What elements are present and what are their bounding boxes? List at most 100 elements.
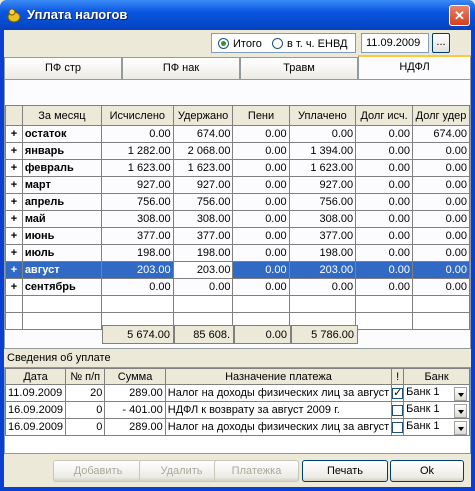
cell-penalty[interactable]: 0.00: [232, 176, 290, 194]
cell-debt-calc[interactable]: 0.00: [355, 193, 413, 211]
cell-debt-held[interactable]: 0.00: [412, 261, 470, 279]
cell-date[interactable]: 11.09.2009: [4, 384, 67, 402]
cell-withheld[interactable]: 2 068.00: [172, 142, 234, 160]
col-purpose[interactable]: Назначение платежа: [164, 368, 393, 385]
cell-calculated[interactable]: 308.00: [101, 210, 174, 228]
cell-penalty[interactable]: 0.00: [232, 261, 290, 279]
tab-ndfl[interactable]: НДФЛ: [358, 55, 471, 79]
grid-row[interactable]: + январь 1 282.00 2 068.00 0.00 1 394.00 0.00 0…: [5, 142, 470, 160]
cell-paid[interactable]: 203.00: [288, 261, 357, 279]
col-date[interactable]: Дата: [4, 368, 67, 385]
cell-debt-calc[interactable]: 0.00: [355, 261, 413, 279]
cell-calculated[interactable]: 756.00: [101, 193, 174, 211]
expand-toggle[interactable]: +: [5, 244, 23, 262]
cell-purpose[interactable]: Налог на доходы физических лиц за август: [164, 418, 393, 436]
cell-debt-calc[interactable]: 0.00: [355, 125, 413, 143]
tab-pf-nak[interactable]: ПФ нак: [122, 57, 240, 79]
cell-debt-held[interactable]: 0.00: [412, 227, 470, 245]
cell-debt-calc[interactable]: 0.00: [355, 159, 413, 177]
cell-debt-held[interactable]: 0.00: [412, 176, 470, 194]
grid-row[interactable]: + март 927.00 927.00 0.00 927.00 0.00 0.00: [5, 176, 470, 194]
delete-button[interactable]: Удалить: [139, 460, 224, 482]
col-debt-calc[interactable]: Долг исч.: [355, 105, 413, 126]
grid-row[interactable]: + сентябрь 0.00 0.00 0.00 0.00 0.00 0.00: [5, 278, 470, 296]
flag-checkbox[interactable]: [392, 404, 403, 416]
cell-debt-calc[interactable]: 0.00: [355, 227, 413, 245]
col-paid[interactable]: Уплачено: [288, 105, 357, 126]
payment-row[interactable]: 16.09.2009 0- 401.00 НДФЛ к возврату за ав…: [4, 401, 470, 419]
cell-bank[interactable]: Банк 1: [403, 401, 470, 419]
grid-row[interactable]: + май 308.00 308.00 0.00 308.00 0.00 0.00: [5, 210, 470, 228]
flag-checkbox[interactable]: [392, 386, 403, 399]
cell-debt-calc[interactable]: 0.00: [355, 244, 413, 262]
col-number[interactable]: № п/п: [65, 368, 106, 385]
grid-row[interactable]: + июль 198.00 198.00 0.00 198.00 0.00 0.00: [5, 244, 470, 262]
cell-paid[interactable]: 927.00: [288, 176, 357, 194]
cell-calculated[interactable]: 203.00: [101, 261, 174, 279]
bank-dropdown-icon[interactable]: [454, 386, 467, 401]
grid-row[interactable]: + июнь 377.00 377.00 0.00 377.00 0.00 0.00: [5, 227, 470, 245]
cell-withheld[interactable]: 1 623.00: [172, 159, 234, 177]
cell-paid[interactable]: 198.00: [288, 244, 357, 262]
cell-debt-held[interactable]: 0.00: [412, 159, 470, 177]
radio-total[interactable]: [218, 38, 229, 49]
expand-toggle[interactable]: +: [5, 193, 23, 211]
print-button[interactable]: Печать: [302, 460, 388, 482]
cell-calculated[interactable]: 1 623.00: [101, 159, 174, 177]
cell-withheld[interactable]: 927.00: [172, 176, 234, 194]
grid-row[interactable]: + остаток 0.00 674.00 0.00 0.00 0.00 674.00: [5, 125, 470, 143]
cell-date[interactable]: 16.09.2009: [4, 418, 67, 436]
tab-travm[interactable]: Травм: [240, 57, 358, 79]
cell-penalty[interactable]: 0.00: [232, 210, 290, 228]
expand-toggle[interactable]: +: [5, 125, 23, 143]
grid-row[interactable]: + апрель 756.00 756.00 0.00 756.00 0.00 0.00: [5, 193, 470, 211]
cell-bank[interactable]: Банк 1: [403, 418, 470, 436]
payment-order-button[interactable]: Платежка: [214, 460, 299, 482]
cell-debt-held[interactable]: 0.00: [412, 244, 470, 262]
cell-penalty[interactable]: 0.00: [232, 142, 290, 160]
cell-month[interactable]: май: [21, 210, 103, 228]
col-month[interactable]: За месяц: [21, 105, 103, 126]
cell-bank[interactable]: Банк 1: [403, 384, 470, 402]
grid-row[interactable]: + август 203.00 203.00 0.00 203.00 0.00 0.00: [5, 261, 470, 279]
tab-pf-str[interactable]: ПФ стр: [4, 57, 122, 79]
cell-calculated[interactable]: 377.00: [101, 227, 174, 245]
cell-sum[interactable]: 289.00: [104, 418, 166, 436]
col-debt-held[interactable]: Долг удер: [412, 105, 470, 126]
cell-penalty[interactable]: 0.00: [232, 227, 290, 245]
cell-debt-held[interactable]: 674.00: [412, 125, 470, 143]
cell-month[interactable]: июль: [21, 244, 103, 262]
bank-dropdown-icon[interactable]: [454, 420, 467, 435]
cell-withheld[interactable]: 198.00: [172, 244, 234, 262]
cell-withheld[interactable]: 308.00: [172, 210, 234, 228]
cell-month[interactable]: январь: [21, 142, 103, 160]
col-bank[interactable]: Банк: [403, 368, 470, 385]
cell-paid[interactable]: 756.00: [288, 193, 357, 211]
cell-withheld[interactable]: 674.00: [172, 125, 234, 143]
cell-withheld[interactable]: 203.00: [172, 261, 234, 279]
expand-toggle[interactable]: +: [5, 210, 23, 228]
cell-withheld[interactable]: 377.00: [172, 227, 234, 245]
cell-purpose[interactable]: НДФЛ к возврату за август 2009 г.: [164, 401, 393, 419]
cell-debt-calc[interactable]: 0.00: [355, 210, 413, 228]
cell-month[interactable]: сентябрь: [21, 278, 103, 296]
col-sum[interactable]: Сумма: [104, 368, 166, 385]
cell-calculated[interactable]: 0.00: [101, 278, 174, 296]
ok-button[interactable]: Ok: [390, 460, 464, 482]
bank-dropdown-icon[interactable]: [454, 403, 467, 418]
cell-penalty[interactable]: 0.00: [232, 278, 290, 296]
add-button[interactable]: Добавить: [53, 460, 143, 482]
cell-paid[interactable]: 0.00: [288, 278, 357, 296]
cell-month[interactable]: февраль: [21, 159, 103, 177]
col-penalty[interactable]: Пени: [232, 105, 290, 126]
cell-paid[interactable]: 377.00: [288, 227, 357, 245]
cell-month[interactable]: апрель: [21, 193, 103, 211]
cell-penalty[interactable]: 0.00: [232, 193, 290, 211]
cell-number[interactable]: 20: [65, 384, 106, 402]
cell-debt-calc[interactable]: 0.00: [355, 142, 413, 160]
expand-toggle[interactable]: +: [5, 176, 23, 194]
date-picker-button[interactable]: ...: [432, 33, 450, 53]
cell-paid[interactable]: 1 623.00: [288, 159, 357, 177]
cell-calculated[interactable]: 0.00: [101, 125, 174, 143]
cell-calculated[interactable]: 1 282.00: [101, 142, 174, 160]
